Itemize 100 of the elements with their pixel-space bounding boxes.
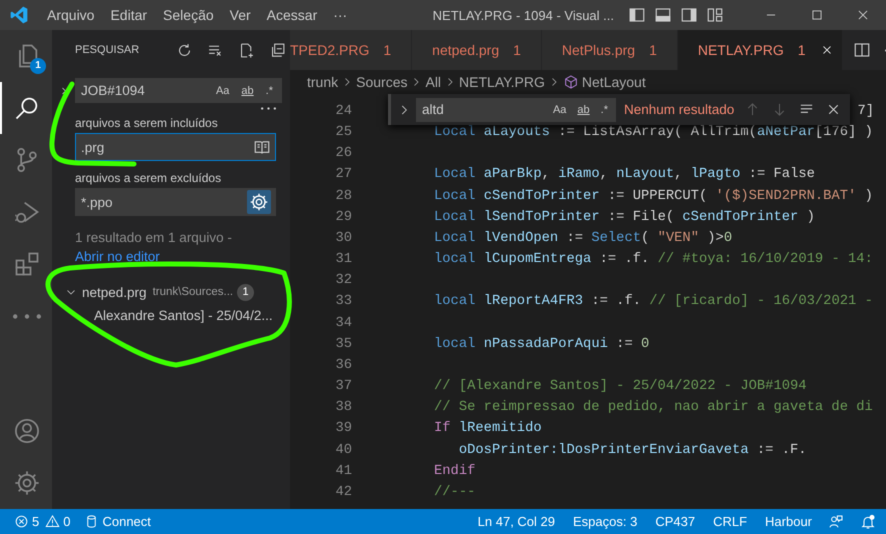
code-line: local lReportA4FR3 := .f. // [ricardo] - 16/03/2021 - (434, 293, 873, 312)
status-item[interactable]: CRLF (713, 514, 748, 529)
menu-item[interactable]: ··· (325, 0, 356, 30)
extensions-icon (13, 250, 41, 278)
editor-tab[interactable]: TPED2.PRG 1 (290, 30, 412, 70)
account-icon[interactable] (13, 417, 41, 445)
app-logo-icon (9, 5, 29, 25)
file-path: trunk\Sources... (152, 286, 234, 298)
feedback-icon[interactable] (828, 514, 844, 530)
settings-icon[interactable] (13, 469, 41, 497)
warning-icon (45, 514, 60, 529)
line-number: 24 (334, 103, 352, 121)
include-files-field[interactable]: .prg (75, 133, 276, 161)
line-number: 26 (334, 145, 352, 164)
window-title: NETLAY.PRG - 1094 - Visual ... (432, 8, 614, 22)
code-line: If lReemitido (434, 420, 542, 438)
code-line: Local aParBkp, iRamo, nLayout, lPagto := False (434, 166, 815, 184)
status-item[interactable]: CP437 (655, 514, 696, 529)
collapse-all-icon[interactable] (269, 42, 286, 58)
new-search-editor-icon[interactable] (238, 42, 255, 58)
exclude-files-field[interactable]: *.ppo (75, 188, 276, 216)
toggle-panel-icon[interactable] (654, 6, 672, 24)
menu-item[interactable]: Acessar (258, 0, 326, 30)
find-option-toggle[interactable]: .* (596, 102, 612, 118)
code-line: Local lSendToPrinter := File( cSendToPrinter ) (434, 208, 815, 227)
breadcrumb-item[interactable]: Sources (356, 74, 408, 90)
toggle-sidebar-icon[interactable] (628, 6, 646, 24)
search-option-toggle[interactable]: .* (262, 82, 277, 98)
menu-item[interactable]: Ver (222, 0, 259, 30)
tab-label: netped.prg (432, 42, 500, 58)
tab-label: NetPlus.prg (562, 42, 636, 58)
problem-count: 1 (649, 42, 657, 58)
line-number: 41 (334, 462, 352, 481)
status-item[interactable]: Ln 47, Col 29 (478, 514, 555, 529)
field-label: arquivos a serem incluídos (75, 116, 219, 130)
menu-item[interactable]: Arquivo (39, 0, 102, 30)
customize-layout-icon[interactable] (706, 6, 724, 24)
file-name[interactable]: netped.prg (82, 284, 147, 300)
tab-label: NETLAY.PRG (698, 42, 784, 58)
find-option-toggle[interactable]: ab (573, 102, 594, 118)
find-input-field[interactable]: altd Aa ab .* (416, 98, 616, 122)
field-label: arquivos a serem excluídos (75, 171, 222, 185)
find-option-toggle[interactable]: Aa (548, 102, 570, 118)
code-line: Endif (434, 462, 476, 481)
status-item[interactable]: Espaços: 3 (573, 514, 638, 529)
line-number: 42 (334, 484, 352, 502)
line-number: 25 (334, 124, 352, 142)
close-icon[interactable] (856, 8, 870, 22)
line-number: 38 (334, 399, 352, 418)
problem-count: 1 (513, 42, 521, 58)
notification-bell-icon[interactable] (860, 514, 876, 530)
error-icon (14, 514, 29, 529)
split-editor-icon[interactable] (852, 41, 871, 59)
editor-tab[interactable]: netped.prg 1 (412, 30, 542, 70)
line-number: 40 (334, 442, 352, 460)
more-icon (13, 314, 41, 318)
breadcrumb-item[interactable]: All (425, 74, 442, 90)
refresh-icon[interactable] (176, 42, 193, 58)
search-field[interactable]: JOB#1094 Aa ab .* (75, 78, 282, 103)
status-item[interactable]: 0 (63, 514, 70, 529)
notification-badge: 1 (30, 58, 46, 74)
editor-tab[interactable]: NetPlus.prg 1 (542, 30, 678, 70)
panel-title: PESQUISAR (75, 44, 140, 56)
search-option-toggle[interactable]: Aa (212, 82, 234, 98)
problem-count: 1 (383, 42, 392, 58)
search-option-toggle[interactable]: ab (237, 82, 258, 98)
line-number: 30 (334, 230, 352, 248)
open-in-editor-link[interactable]: Abrir no editor (75, 249, 160, 264)
line-number: 29 (334, 208, 352, 227)
breadcrumb-item[interactable]: NetLayout (582, 74, 646, 90)
code-line: // Se reimpressao de pedido, nao abrir a gaveta de di (434, 399, 873, 418)
more-icon[interactable] (261, 107, 276, 110)
code-line: //--- (434, 484, 476, 502)
breadcrumb-item[interactable]: NETLAY.PRG (459, 74, 545, 90)
maximize-icon[interactable] (810, 8, 824, 22)
code-line: 7] (857, 103, 874, 121)
breadcrumb-item[interactable]: trunk (307, 74, 338, 90)
toggle-secondary-sidebar-icon[interactable] (680, 6, 698, 24)
menu-item[interactable]: Editar (102, 0, 156, 30)
activity-bar-item[interactable]: 1 (0, 30, 52, 82)
tab-label: TPED2.PRG (290, 42, 370, 58)
gear-icon[interactable] (247, 190, 271, 214)
editor-tab[interactable]: NETLAY.PRG 1 (678, 30, 843, 70)
menu-item[interactable]: Seleção (155, 0, 222, 30)
status-item[interactable]: Connect (102, 514, 151, 529)
find-result-text: Nenhum resultado (624, 102, 734, 117)
line-number: 37 (334, 378, 352, 396)
line-number: 35 (334, 336, 352, 354)
cube-icon (562, 74, 579, 90)
line-number: 27 (334, 166, 352, 184)
status-item[interactable]: 5 (32, 514, 40, 529)
search-match[interactable]: Alexandre Santos] - 25/04/2... (52, 304, 290, 328)
line-number: 39 (334, 420, 352, 438)
line-number: 32 (334, 272, 352, 290)
match-count-badge: 1 (237, 284, 254, 300)
code-line: Local cSendToPrinter := UPPERCUT( '($)SEND2PRN.BAT' ) (434, 188, 873, 206)
problem-count: 1 (798, 42, 806, 58)
code-line: Local lVendOpen := Select( "VEN" )>0 (434, 230, 732, 248)
book-icon[interactable] (253, 138, 271, 156)
status-item[interactable]: Harbour (765, 514, 812, 529)
